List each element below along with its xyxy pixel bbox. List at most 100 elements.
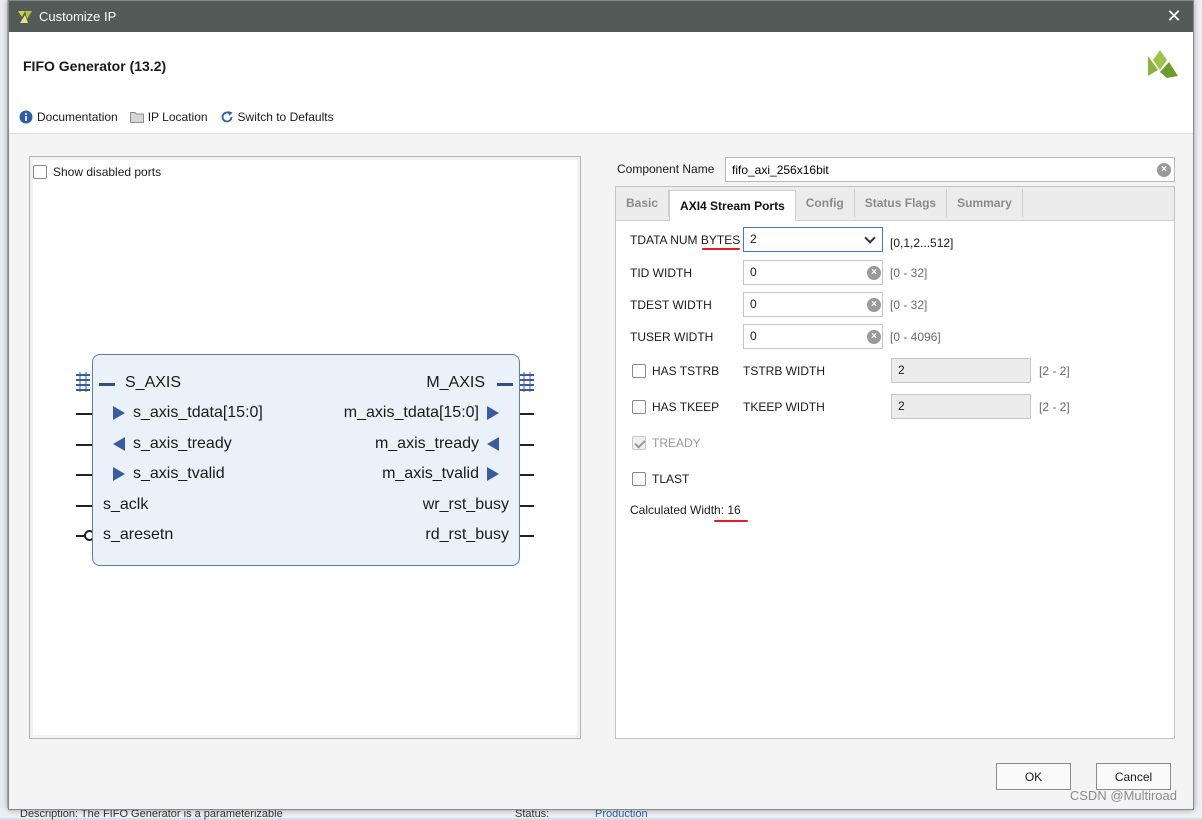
tuser-width-input[interactable]: 0 bbox=[743, 324, 883, 349]
tkeep-width-range: [2 - 2] bbox=[1039, 400, 1070, 414]
tab-basic[interactable]: Basic bbox=[616, 189, 670, 217]
close-icon[interactable]: ✕ bbox=[1163, 5, 1185, 27]
output-arrow-icon bbox=[487, 406, 499, 420]
pin-m-axis-tvalid[interactable]: m_axis_tvalid bbox=[382, 465, 479, 483]
ip-header: FIFO Generator (13.2) bbox=[9, 32, 1193, 100]
show-disabled-ports-label: Show disabled ports bbox=[53, 165, 162, 179]
show-disabled-ports-option[interactable]: Show disabled ports bbox=[33, 165, 161, 179]
pin-s-aresetn[interactable]: s_aresetn bbox=[103, 526, 173, 544]
wire-rd-rst-busy bbox=[520, 535, 534, 537]
tid-width-input[interactable]: 0 bbox=[743, 260, 883, 285]
pin-wr-rst-busy[interactable]: wr_rst_busy bbox=[423, 496, 509, 514]
wire-wr-rst-busy bbox=[520, 505, 534, 507]
switch-to-defaults-button[interactable]: Switch to Defaults bbox=[220, 110, 334, 124]
tlast-option[interactable]: TLAST bbox=[632, 472, 689, 486]
has-tkeep-checkbox[interactable] bbox=[632, 400, 646, 414]
annotation-underline bbox=[714, 520, 748, 522]
ip-location-button[interactable]: IP Location bbox=[129, 109, 208, 124]
pin-rd-rst-busy[interactable]: rd_rst_busy bbox=[425, 526, 509, 544]
tready-option: TREADY bbox=[632, 436, 701, 450]
input-arrow-icon bbox=[113, 467, 125, 481]
output-arrow-icon bbox=[113, 437, 125, 451]
tkeep-width-value: 2 bbox=[898, 399, 905, 413]
pin-m-axis-tdata[interactable]: m_axis_tdata[15:0] bbox=[344, 404, 479, 422]
clear-tdest-width-icon[interactable]: × bbox=[867, 298, 881, 312]
background-app-left-edge bbox=[0, 0, 8, 818]
has-tkeep-label: HAS TKEEP bbox=[652, 400, 720, 414]
m-axis-bus-icon[interactable] bbox=[520, 372, 534, 392]
wire-s-aclk bbox=[76, 505, 92, 507]
component-name-label: Component Name bbox=[617, 162, 715, 176]
tid-width-value: 0 bbox=[750, 265, 757, 279]
m-axis-bus-dash bbox=[497, 383, 513, 386]
tdest-width-value: 0 bbox=[750, 297, 757, 311]
settings-tabs-panel: Basic AXI4 Stream Ports Config Status Fl… bbox=[615, 186, 1175, 739]
documentation-label: Documentation bbox=[37, 109, 118, 124]
tuser-width-label: TUSER WIDTH bbox=[630, 330, 714, 344]
tlast-label: TLAST bbox=[652, 472, 690, 486]
pin-s-axis-tvalid[interactable]: s_axis_tvalid bbox=[133, 465, 225, 483]
tab-config[interactable]: Config bbox=[796, 189, 855, 217]
tdata-num-bytes-select[interactable]: 2 bbox=[743, 227, 883, 252]
xilinx-logo-icon bbox=[1148, 50, 1178, 78]
has-tstrb-checkbox[interactable] bbox=[632, 364, 646, 378]
tstrb-width-range: [2 - 2] bbox=[1039, 364, 1070, 378]
m-axis-bus-label[interactable]: M_AXIS bbox=[426, 374, 485, 392]
chevron-down-icon bbox=[864, 232, 876, 244]
s-axis-bus-label[interactable]: S_AXIS bbox=[125, 374, 181, 392]
switch-to-defaults-label: Switch to Defaults bbox=[237, 109, 334, 124]
ip-symbol-pane: Show disabled ports S_AXIS s_axis_tdata[… bbox=[29, 156, 581, 739]
tuser-width-range: [0 - 4096] bbox=[890, 330, 941, 344]
tab-status-flags[interactable]: Status Flags bbox=[855, 189, 948, 217]
tab-axi4-stream-ports[interactable]: AXI4 Stream Ports bbox=[669, 190, 796, 221]
tready-label: TREADY bbox=[652, 436, 701, 450]
show-disabled-ports-checkbox[interactable] bbox=[33, 165, 47, 179]
has-tstrb-option[interactable]: HAS TSTRB bbox=[632, 364, 719, 378]
component-name-input[interactable] bbox=[725, 157, 1175, 182]
pin-s-axis-tdata[interactable]: s_axis_tdata[15:0] bbox=[133, 404, 263, 422]
tkeep-width-field: 2 bbox=[891, 394, 1031, 419]
input-arrow-icon bbox=[487, 437, 499, 451]
has-tkeep-option[interactable]: HAS TKEEP bbox=[632, 400, 719, 414]
wire-s-axis-tdata bbox=[76, 413, 92, 415]
tuser-width-value: 0 bbox=[750, 329, 757, 343]
cancel-button[interactable]: Cancel bbox=[1096, 763, 1171, 790]
tready-checkbox bbox=[632, 436, 646, 450]
wire-s-axis-tready bbox=[76, 444, 92, 446]
pin-s-aclk[interactable]: s_aclk bbox=[103, 496, 148, 514]
pin-m-axis-tready[interactable]: m_axis_tready bbox=[375, 435, 479, 453]
clear-component-name-icon[interactable]: × bbox=[1157, 163, 1171, 177]
tab-summary[interactable]: Summary bbox=[947, 189, 1023, 217]
tstrb-width-label: TSTRB WIDTH bbox=[743, 364, 825, 378]
csdn-watermark: CSDN @Multiroad bbox=[1069, 788, 1177, 803]
customize-ip-dialog: Customize IP ✕ FIFO Generator (13.2) Doc… bbox=[8, 0, 1194, 810]
documentation-button[interactable]: Documentation bbox=[19, 110, 118, 124]
title-bar[interactable]: Customize IP ✕ bbox=[9, 1, 1193, 32]
wire-m-axis-tdata bbox=[520, 413, 534, 415]
has-tstrb-label: HAS TSTRB bbox=[652, 364, 720, 378]
vivado-app-icon bbox=[18, 10, 32, 23]
tdest-width-input[interactable]: 0 bbox=[743, 292, 883, 317]
pin-s-axis-tready[interactable]: s_axis_tready bbox=[133, 435, 232, 453]
tkeep-width-label: TKEEP WIDTH bbox=[743, 400, 825, 414]
wire-s-axis-tvalid bbox=[76, 474, 92, 476]
info-icon bbox=[19, 110, 33, 123]
wire-m-axis-tready bbox=[520, 444, 534, 446]
wire-m-axis-tvalid bbox=[520, 474, 534, 476]
background-app-right-edge bbox=[1194, 0, 1202, 818]
clear-tid-width-icon[interactable]: × bbox=[867, 266, 881, 280]
s-axis-bus-icon[interactable] bbox=[76, 372, 90, 392]
tstrb-width-value: 2 bbox=[898, 363, 905, 377]
ip-location-label: IP Location bbox=[147, 109, 208, 124]
tlast-checkbox[interactable] bbox=[632, 472, 646, 486]
tid-width-label: TID WIDTH bbox=[630, 266, 692, 280]
fifo-ip-block[interactable]: S_AXIS s_axis_tdata[15:0] s_axis_tready … bbox=[92, 354, 520, 566]
ip-title: FIFO Generator (13.2) bbox=[23, 58, 167, 74]
tstrb-width-field: 2 bbox=[891, 358, 1031, 383]
output-arrow-icon bbox=[487, 467, 499, 481]
tab-bar: Basic AXI4 Stream Ports Config Status Fl… bbox=[616, 187, 1174, 221]
clear-tuser-width-icon[interactable]: × bbox=[867, 330, 881, 344]
calculated-width-text: Calculated Width: 16 bbox=[630, 503, 741, 517]
ok-button[interactable]: OK bbox=[996, 763, 1071, 790]
refresh-icon bbox=[221, 110, 233, 122]
